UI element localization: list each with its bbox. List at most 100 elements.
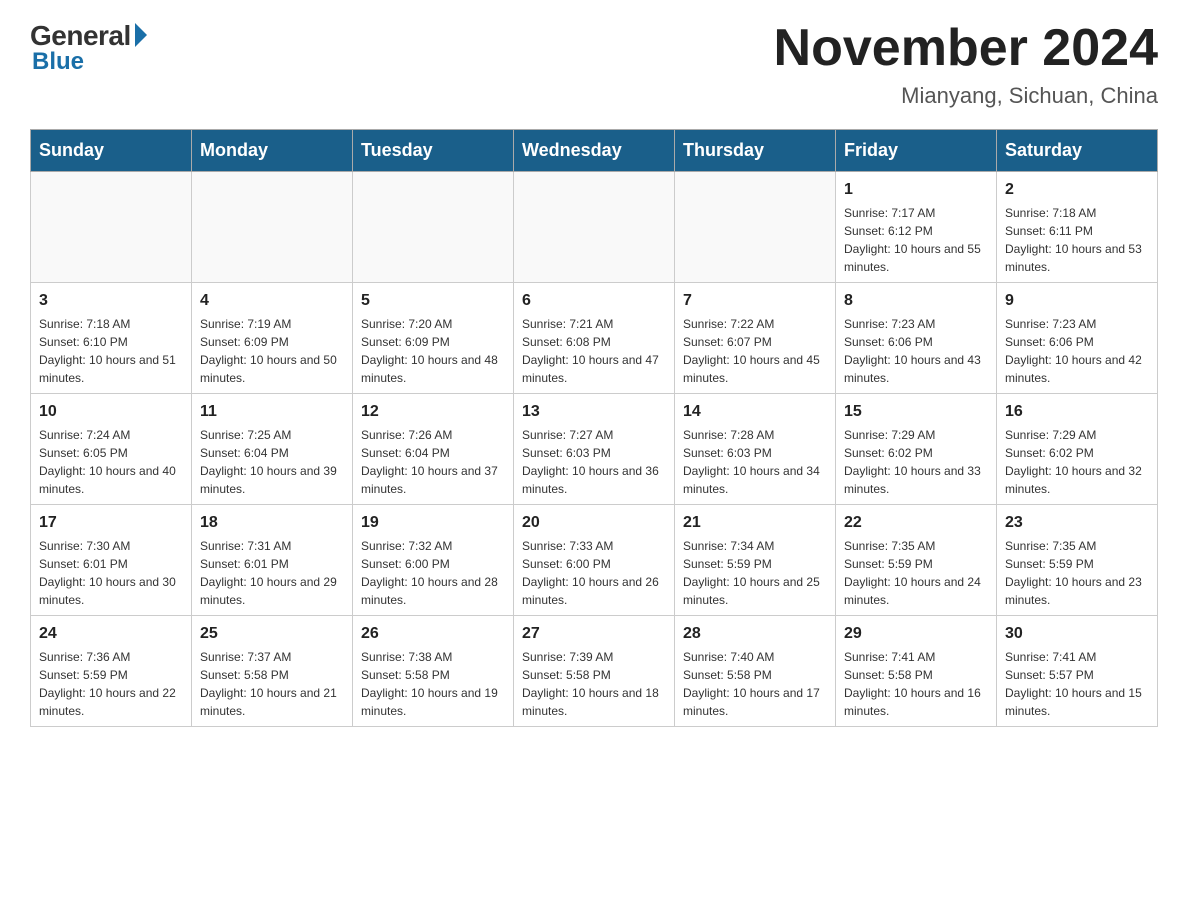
calendar-week-row: 17Sunrise: 7:30 AM Sunset: 6:01 PM Dayli… xyxy=(31,505,1158,616)
day-info: Sunrise: 7:36 AM Sunset: 5:59 PM Dayligh… xyxy=(39,648,183,720)
day-header-thursday: Thursday xyxy=(675,130,836,172)
day-number: 11 xyxy=(200,400,344,424)
calendar-cell: 15Sunrise: 7:29 AM Sunset: 6:02 PM Dayli… xyxy=(836,394,997,505)
calendar-cell: 30Sunrise: 7:41 AM Sunset: 5:57 PM Dayli… xyxy=(997,616,1158,727)
day-info: Sunrise: 7:33 AM Sunset: 6:00 PM Dayligh… xyxy=(522,537,666,609)
calendar-cell: 16Sunrise: 7:29 AM Sunset: 6:02 PM Dayli… xyxy=(997,394,1158,505)
day-info: Sunrise: 7:39 AM Sunset: 5:58 PM Dayligh… xyxy=(522,648,666,720)
day-number: 23 xyxy=(1005,511,1149,535)
day-info: Sunrise: 7:38 AM Sunset: 5:58 PM Dayligh… xyxy=(361,648,505,720)
calendar-cell: 17Sunrise: 7:30 AM Sunset: 6:01 PM Dayli… xyxy=(31,505,192,616)
day-info: Sunrise: 7:22 AM Sunset: 6:07 PM Dayligh… xyxy=(683,315,827,387)
calendar-cell: 8Sunrise: 7:23 AM Sunset: 6:06 PM Daylig… xyxy=(836,283,997,394)
title-section: November 2024 Mianyang, Sichuan, China xyxy=(774,20,1158,109)
logo-arrow-icon xyxy=(135,23,147,47)
day-header-saturday: Saturday xyxy=(997,130,1158,172)
day-info: Sunrise: 7:23 AM Sunset: 6:06 PM Dayligh… xyxy=(1005,315,1149,387)
day-info: Sunrise: 7:29 AM Sunset: 6:02 PM Dayligh… xyxy=(844,426,988,498)
calendar-cell: 23Sunrise: 7:35 AM Sunset: 5:59 PM Dayli… xyxy=(997,505,1158,616)
day-info: Sunrise: 7:35 AM Sunset: 5:59 PM Dayligh… xyxy=(844,537,988,609)
day-number: 13 xyxy=(522,400,666,424)
day-info: Sunrise: 7:27 AM Sunset: 6:03 PM Dayligh… xyxy=(522,426,666,498)
calendar-cell xyxy=(514,172,675,283)
day-number: 12 xyxy=(361,400,505,424)
day-number: 25 xyxy=(200,622,344,646)
day-number: 6 xyxy=(522,289,666,313)
day-info: Sunrise: 7:25 AM Sunset: 6:04 PM Dayligh… xyxy=(200,426,344,498)
day-info: Sunrise: 7:41 AM Sunset: 5:58 PM Dayligh… xyxy=(844,648,988,720)
day-info: Sunrise: 7:41 AM Sunset: 5:57 PM Dayligh… xyxy=(1005,648,1149,720)
day-number: 16 xyxy=(1005,400,1149,424)
day-number: 30 xyxy=(1005,622,1149,646)
calendar-cell: 11Sunrise: 7:25 AM Sunset: 6:04 PM Dayli… xyxy=(192,394,353,505)
calendar-cell: 13Sunrise: 7:27 AM Sunset: 6:03 PM Dayli… xyxy=(514,394,675,505)
calendar-cell xyxy=(675,172,836,283)
day-number: 10 xyxy=(39,400,183,424)
day-number: 18 xyxy=(200,511,344,535)
calendar-cell: 24Sunrise: 7:36 AM Sunset: 5:59 PM Dayli… xyxy=(31,616,192,727)
calendar-week-row: 3Sunrise: 7:18 AM Sunset: 6:10 PM Daylig… xyxy=(31,283,1158,394)
day-number: 26 xyxy=(361,622,505,646)
calendar-cell: 10Sunrise: 7:24 AM Sunset: 6:05 PM Dayli… xyxy=(31,394,192,505)
calendar-cell: 20Sunrise: 7:33 AM Sunset: 6:00 PM Dayli… xyxy=(514,505,675,616)
day-header-monday: Monday xyxy=(192,130,353,172)
calendar-cell: 6Sunrise: 7:21 AM Sunset: 6:08 PM Daylig… xyxy=(514,283,675,394)
day-number: 14 xyxy=(683,400,827,424)
day-header-sunday: Sunday xyxy=(31,130,192,172)
page-header: General Blue November 2024 Mianyang, Sic… xyxy=(30,20,1158,109)
day-info: Sunrise: 7:40 AM Sunset: 5:58 PM Dayligh… xyxy=(683,648,827,720)
day-info: Sunrise: 7:31 AM Sunset: 6:01 PM Dayligh… xyxy=(200,537,344,609)
calendar-cell: 2Sunrise: 7:18 AM Sunset: 6:11 PM Daylig… xyxy=(997,172,1158,283)
day-info: Sunrise: 7:32 AM Sunset: 6:00 PM Dayligh… xyxy=(361,537,505,609)
calendar-cell xyxy=(31,172,192,283)
calendar-cell: 5Sunrise: 7:20 AM Sunset: 6:09 PM Daylig… xyxy=(353,283,514,394)
day-info: Sunrise: 7:19 AM Sunset: 6:09 PM Dayligh… xyxy=(200,315,344,387)
calendar-cell: 22Sunrise: 7:35 AM Sunset: 5:59 PM Dayli… xyxy=(836,505,997,616)
day-number: 8 xyxy=(844,289,988,313)
calendar-cell: 7Sunrise: 7:22 AM Sunset: 6:07 PM Daylig… xyxy=(675,283,836,394)
day-info: Sunrise: 7:20 AM Sunset: 6:09 PM Dayligh… xyxy=(361,315,505,387)
day-info: Sunrise: 7:28 AM Sunset: 6:03 PM Dayligh… xyxy=(683,426,827,498)
calendar-table: SundayMondayTuesdayWednesdayThursdayFrid… xyxy=(30,129,1158,727)
day-number: 19 xyxy=(361,511,505,535)
day-header-wednesday: Wednesday xyxy=(514,130,675,172)
logo: General Blue xyxy=(30,20,147,76)
day-number: 22 xyxy=(844,511,988,535)
day-number: 21 xyxy=(683,511,827,535)
day-number: 2 xyxy=(1005,178,1149,202)
day-info: Sunrise: 7:21 AM Sunset: 6:08 PM Dayligh… xyxy=(522,315,666,387)
calendar-header-row: SundayMondayTuesdayWednesdayThursdayFrid… xyxy=(31,130,1158,172)
location-subtitle: Mianyang, Sichuan, China xyxy=(774,83,1158,109)
day-number: 24 xyxy=(39,622,183,646)
day-number: 27 xyxy=(522,622,666,646)
day-header-friday: Friday xyxy=(836,130,997,172)
calendar-cell: 3Sunrise: 7:18 AM Sunset: 6:10 PM Daylig… xyxy=(31,283,192,394)
calendar-cell: 1Sunrise: 7:17 AM Sunset: 6:12 PM Daylig… xyxy=(836,172,997,283)
calendar-cell: 19Sunrise: 7:32 AM Sunset: 6:00 PM Dayli… xyxy=(353,505,514,616)
calendar-cell: 12Sunrise: 7:26 AM Sunset: 6:04 PM Dayli… xyxy=(353,394,514,505)
day-header-tuesday: Tuesday xyxy=(353,130,514,172)
day-number: 17 xyxy=(39,511,183,535)
day-number: 28 xyxy=(683,622,827,646)
day-info: Sunrise: 7:23 AM Sunset: 6:06 PM Dayligh… xyxy=(844,315,988,387)
calendar-cell xyxy=(353,172,514,283)
calendar-cell: 28Sunrise: 7:40 AM Sunset: 5:58 PM Dayli… xyxy=(675,616,836,727)
day-number: 7 xyxy=(683,289,827,313)
calendar-cell: 26Sunrise: 7:38 AM Sunset: 5:58 PM Dayli… xyxy=(353,616,514,727)
calendar-cell xyxy=(192,172,353,283)
calendar-week-row: 10Sunrise: 7:24 AM Sunset: 6:05 PM Dayli… xyxy=(31,394,1158,505)
calendar-cell: 29Sunrise: 7:41 AM Sunset: 5:58 PM Dayli… xyxy=(836,616,997,727)
day-info: Sunrise: 7:37 AM Sunset: 5:58 PM Dayligh… xyxy=(200,648,344,720)
day-number: 29 xyxy=(844,622,988,646)
day-info: Sunrise: 7:29 AM Sunset: 6:02 PM Dayligh… xyxy=(1005,426,1149,498)
day-number: 5 xyxy=(361,289,505,313)
day-info: Sunrise: 7:26 AM Sunset: 6:04 PM Dayligh… xyxy=(361,426,505,498)
calendar-cell: 27Sunrise: 7:39 AM Sunset: 5:58 PM Dayli… xyxy=(514,616,675,727)
logo-blue-text: Blue xyxy=(32,48,84,76)
day-number: 15 xyxy=(844,400,988,424)
day-info: Sunrise: 7:35 AM Sunset: 5:59 PM Dayligh… xyxy=(1005,537,1149,609)
calendar-cell: 21Sunrise: 7:34 AM Sunset: 5:59 PM Dayli… xyxy=(675,505,836,616)
day-info: Sunrise: 7:18 AM Sunset: 6:11 PM Dayligh… xyxy=(1005,204,1149,276)
day-info: Sunrise: 7:34 AM Sunset: 5:59 PM Dayligh… xyxy=(683,537,827,609)
calendar-week-row: 1Sunrise: 7:17 AM Sunset: 6:12 PM Daylig… xyxy=(31,172,1158,283)
